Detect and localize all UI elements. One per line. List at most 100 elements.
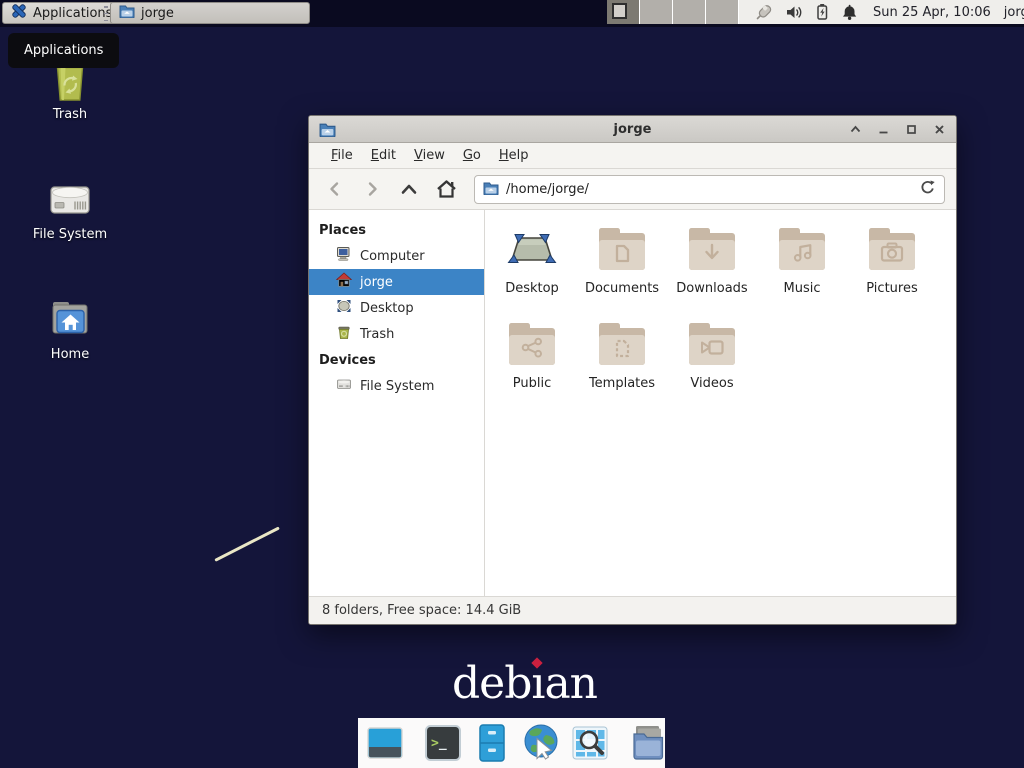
path-input[interactable]: /home/jorge/ xyxy=(506,182,912,197)
folder-label: Desktop xyxy=(505,281,559,296)
desktop-icon xyxy=(506,225,558,277)
sidebar: Places Computer xyxy=(309,210,485,596)
forward-button[interactable] xyxy=(357,175,387,203)
sidebar-item-label: Trash xyxy=(360,327,394,342)
home-icon xyxy=(336,272,352,292)
sidebar-item-desktop[interactable]: Desktop xyxy=(309,295,484,321)
folder-label: Templates xyxy=(589,376,655,391)
folder-label: Videos xyxy=(690,376,733,391)
path-bar[interactable]: /home/jorge/ xyxy=(474,175,945,204)
svg-text:>_: >_ xyxy=(431,736,447,751)
desktop-mini-icon xyxy=(336,298,352,318)
mouse-icon[interactable] xyxy=(755,3,774,22)
sidebar-item-trash[interactable]: Trash xyxy=(309,321,484,347)
workspace-4[interactable] xyxy=(706,0,739,24)
folder-item-pictures[interactable]: Pictures xyxy=(848,220,936,315)
menu-go[interactable]: Go xyxy=(454,145,490,166)
panel-clock[interactable]: Sun 25 Apr, 10:06 xyxy=(873,5,991,20)
panel-username: jorge xyxy=(1004,5,1024,20)
downloads-folder-icon xyxy=(686,225,738,277)
folder-view[interactable]: Desktop Documents xyxy=(485,210,956,596)
workspace-1[interactable] xyxy=(607,0,640,24)
titlebar[interactable]: jorge xyxy=(309,116,956,143)
folder-label: Pictures xyxy=(866,281,917,296)
folder-item-templates[interactable]: Templates xyxy=(578,315,666,410)
menubar: File Edit View Go Help xyxy=(309,143,956,169)
desktop-icon-home[interactable]: Home xyxy=(22,295,118,362)
menu-file[interactable]: File xyxy=(322,145,362,166)
folder-item-public[interactable]: Public xyxy=(488,315,576,410)
sidebar-item-filesystem[interactable]: File System xyxy=(309,373,484,399)
toolbar: /home/jorge/ xyxy=(309,169,956,210)
panel-right-section: Sun 25 Apr, 10:06 jorge xyxy=(607,0,1024,24)
desktop-icon-label: Home xyxy=(22,347,118,362)
folder-item-documents[interactable]: Documents xyxy=(578,220,666,315)
folder-label: Documents xyxy=(585,281,659,296)
folder-item-videos[interactable]: Videos xyxy=(668,315,756,410)
stray-line-artifact xyxy=(214,526,280,561)
drive-mini-icon xyxy=(336,376,352,396)
desktop: Applications jorge xyxy=(0,0,1024,768)
path-folder-icon xyxy=(483,180,499,199)
pictures-folder-icon xyxy=(866,225,918,277)
app-finder-icon[interactable] xyxy=(570,723,610,763)
bottom-dock: >_ xyxy=(358,718,665,768)
status-text: 8 folders, Free space: 14.4 GiB xyxy=(322,603,521,618)
workspace-2[interactable] xyxy=(640,0,673,24)
file-cabinet-icon[interactable] xyxy=(472,723,512,763)
minimize-button[interactable] xyxy=(877,123,890,136)
desktop-icon-filesystem[interactable]: File System xyxy=(22,175,118,242)
pager-window-rect xyxy=(612,3,627,19)
maximize-button[interactable] xyxy=(905,123,918,136)
up-button[interactable] xyxy=(394,175,424,203)
sidebar-item-label: File System xyxy=(360,379,434,394)
reload-icon[interactable] xyxy=(919,179,936,200)
file-manager-icon[interactable] xyxy=(628,723,668,763)
workspace-pager xyxy=(607,0,739,24)
home-button[interactable] xyxy=(431,175,461,203)
sidebar-item-computer[interactable]: Computer xyxy=(309,243,484,269)
workspace-3[interactable] xyxy=(673,0,706,24)
close-button[interactable] xyxy=(933,123,946,136)
sidebar-item-label: Computer xyxy=(360,249,425,264)
folder-item-music[interactable]: Music xyxy=(758,220,846,315)
debian-logo: debıan xyxy=(452,658,597,709)
computer-icon xyxy=(336,246,352,266)
trash-mini-icon xyxy=(336,324,352,344)
sidebar-item-label: Desktop xyxy=(360,301,414,316)
desktop-icon-label: File System xyxy=(22,227,118,242)
volume-icon[interactable] xyxy=(785,4,803,21)
taskbar-window-label: jorge xyxy=(141,6,174,21)
public-folder-icon xyxy=(506,320,558,372)
file-manager-window: jorge File Edit View Go Help xyxy=(308,115,957,625)
shade-button[interactable] xyxy=(849,123,862,136)
menu-help[interactable]: Help xyxy=(490,145,538,166)
statusbar: 8 folders, Free space: 14.4 GiB xyxy=(309,596,956,624)
sidebar-header-places: Places xyxy=(309,217,484,243)
sidebar-item-label: jorge xyxy=(360,275,393,290)
desktop-icon-label: Trash xyxy=(22,107,118,122)
applications-tooltip: Applications xyxy=(8,33,119,68)
taskbar-window-button[interactable]: jorge xyxy=(110,2,310,24)
terminal-icon[interactable]: >_ xyxy=(423,723,463,763)
sidebar-item-jorge[interactable]: jorge xyxy=(309,269,484,295)
web-browser-icon[interactable] xyxy=(521,723,561,763)
folder-label: Public xyxy=(513,376,551,391)
menu-edit[interactable]: Edit xyxy=(362,145,405,166)
hard-drive-icon xyxy=(22,175,118,223)
system-tray xyxy=(755,3,858,22)
folder-icon xyxy=(119,4,135,22)
menu-view[interactable]: View xyxy=(405,145,454,166)
videos-folder-icon xyxy=(686,320,738,372)
debian-logo-i: ı xyxy=(531,658,544,709)
folder-label: Music xyxy=(784,281,821,296)
folder-item-downloads[interactable]: Downloads xyxy=(668,220,756,315)
applications-menu-icon xyxy=(11,3,27,23)
sidebar-header-devices: Devices xyxy=(309,347,484,373)
show-desktop-icon[interactable] xyxy=(365,723,405,763)
battery-icon[interactable] xyxy=(814,3,830,21)
back-button[interactable] xyxy=(320,175,350,203)
panel-handle[interactable] xyxy=(103,6,108,21)
folder-item-desktop[interactable]: Desktop xyxy=(488,220,576,315)
bell-icon[interactable] xyxy=(841,4,858,21)
